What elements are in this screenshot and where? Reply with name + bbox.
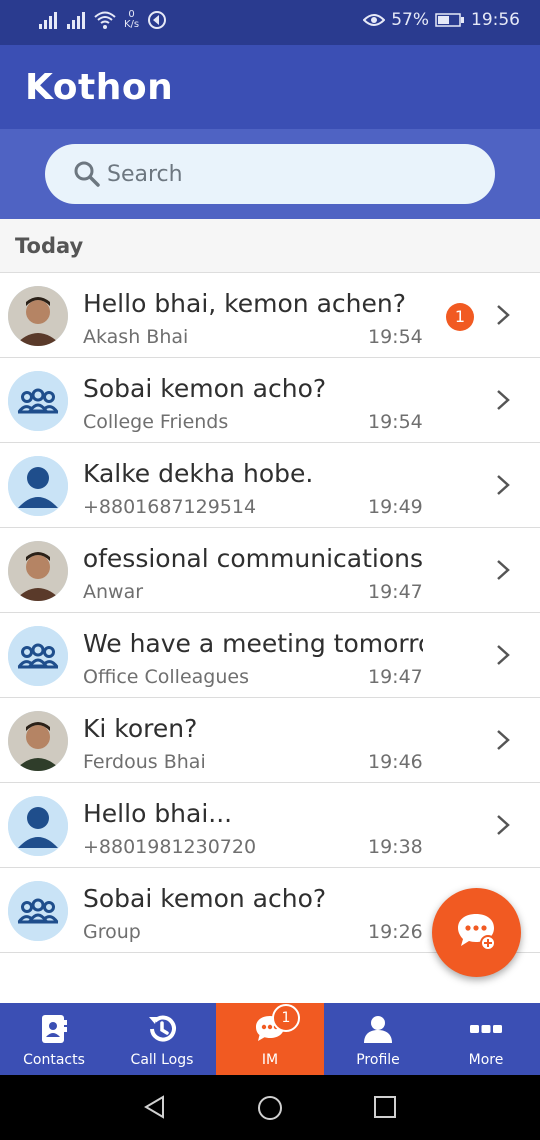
new-chat-icon: [458, 914, 496, 951]
conversation-row[interactable]: ofessional communications. Anwar 19:47: [0, 528, 540, 613]
status-right: 57% 19:56: [363, 10, 520, 30]
message-time: 19:46: [368, 751, 423, 773]
search-icon: [74, 161, 100, 187]
nav-label: Profile: [356, 1052, 400, 1068]
signal-icon: [39, 12, 57, 29]
net-speed-unit: K/s: [124, 19, 140, 30]
message-preview: Kalke dekha hobe.: [83, 459, 314, 488]
home-icon[interactable]: [257, 1095, 283, 1121]
battery-icon: [435, 13, 464, 27]
sender-name: Anwar: [83, 581, 144, 603]
group-icon: [8, 626, 68, 686]
call-logs-icon: [149, 1015, 176, 1042]
message-time: 19:54: [368, 411, 423, 433]
contact-photo-icon: [8, 286, 68, 346]
chevron-right-icon: [497, 815, 510, 835]
nav-more[interactable]: More: [432, 1003, 540, 1075]
contacts-icon: [42, 1015, 67, 1043]
chevron-right-icon: [497, 560, 510, 580]
battery-percent: 57%: [391, 10, 429, 30]
message-time: 19:49: [368, 496, 423, 518]
section-label: Today: [15, 234, 84, 258]
back-icon[interactable]: [143, 1095, 167, 1119]
message-time: 19:26: [368, 921, 423, 943]
app-title: Kothon: [25, 67, 174, 108]
search-bar-container: [0, 129, 540, 219]
nav-label: Contacts: [23, 1052, 85, 1068]
sender-name: +8801687129514: [83, 496, 257, 518]
sender-name: +8801981230720: [83, 836, 257, 858]
group-icon: [8, 371, 68, 431]
nav-label: Call Logs: [130, 1052, 194, 1068]
conversation-row[interactable]: We have a meeting tomorro Office Colleagu…: [0, 613, 540, 698]
chevron-right-icon: [497, 730, 510, 750]
clock: 19:56: [471, 10, 520, 30]
message-time: 19:38: [368, 836, 423, 858]
avatar: [8, 711, 68, 771]
search-input[interactable]: [107, 144, 467, 204]
section-header: Today: [0, 219, 540, 273]
app-header: Kothon: [0, 45, 540, 129]
more-icon: [470, 1025, 502, 1033]
message-preview: Sobai kemon acho?: [83, 374, 327, 403]
message-time: 19:54: [368, 326, 423, 348]
nav-label: More: [468, 1052, 504, 1068]
person-icon: [8, 456, 68, 516]
contact-photo-icon: [8, 711, 68, 771]
chevron-right-icon: [497, 645, 510, 665]
eye-comfort-icon: [363, 14, 386, 26]
signal-icon: [67, 12, 85, 29]
chevron-right-icon: [497, 475, 510, 495]
recents-icon[interactable]: [373, 1095, 397, 1119]
nav-contacts[interactable]: Contacts: [0, 1003, 108, 1075]
data-saver-icon: [148, 11, 167, 29]
sender-name: Akash Bhai: [83, 326, 189, 348]
message-time: 19:47: [368, 666, 423, 688]
conversation-row[interactable]: Ki koren? Ferdous Bhai 19:46: [0, 698, 540, 783]
message-preview: ofessional communications.: [83, 544, 423, 573]
conversation-row[interactable]: Hello bhai, kemon achen? Akash Bhai 19:54 1: [0, 273, 540, 358]
contact-photo-icon: [8, 541, 68, 601]
avatar: [8, 371, 68, 431]
avatar: [8, 796, 68, 856]
message-preview: Hello bhai...: [83, 799, 233, 828]
nav-call-logs[interactable]: Call Logs: [108, 1003, 216, 1075]
new-chat-button[interactable]: [432, 888, 521, 977]
bottom-nav: Contacts Call Logs IM Profile More: [0, 1003, 540, 1075]
search-box[interactable]: [45, 144, 495, 204]
avatar: [8, 456, 68, 516]
avatar: [8, 541, 68, 601]
nav-profile[interactable]: Profile: [324, 1003, 432, 1075]
sender-name: Ferdous Bhai: [83, 751, 206, 773]
net-speed: 0 K/s: [124, 10, 139, 30]
conversation-row[interactable]: Hello bhai... +8801981230720 19:38: [0, 783, 540, 868]
avatar: [8, 286, 68, 346]
message-preview: Ki koren?: [83, 714, 198, 743]
avatar: [8, 881, 68, 941]
message-preview: Sobai kemon acho?: [83, 884, 327, 913]
sender-name: Group: [83, 921, 141, 943]
group-icon: [8, 881, 68, 941]
chevron-right-icon: [497, 390, 510, 410]
person-icon: [8, 796, 68, 856]
system-nav-bar: [0, 1075, 540, 1140]
unread-badge: 1: [446, 303, 474, 331]
conversation-row[interactable]: Kalke dekha hobe. +8801687129514 19:49: [0, 443, 540, 528]
chevron-right-icon: [497, 305, 510, 325]
message-preview: We have a meeting tomorro: [83, 629, 423, 658]
status-bar: 0 K/s 57% 19:56: [0, 0, 540, 45]
conversation-row[interactable]: Sobai kemon acho? College Friends 19:54: [0, 358, 540, 443]
message-time: 19:47: [368, 581, 423, 603]
nav-label: IM: [261, 1052, 279, 1068]
im-unread-badge: 1: [272, 1004, 300, 1032]
message-preview: Hello bhai, kemon achen?: [83, 289, 406, 318]
wifi-icon: [94, 11, 116, 29]
status-left: 0 K/s: [38, 10, 167, 30]
profile-icon: [364, 1016, 392, 1043]
sender-name: College Friends: [83, 411, 229, 433]
avatar: [8, 626, 68, 686]
nav-im[interactable]: IM: [216, 1003, 324, 1075]
conversation-list: Hello bhai, kemon achen? Akash Bhai 19:54 1…: [0, 273, 540, 953]
sender-name: Office Colleagues: [83, 666, 249, 688]
